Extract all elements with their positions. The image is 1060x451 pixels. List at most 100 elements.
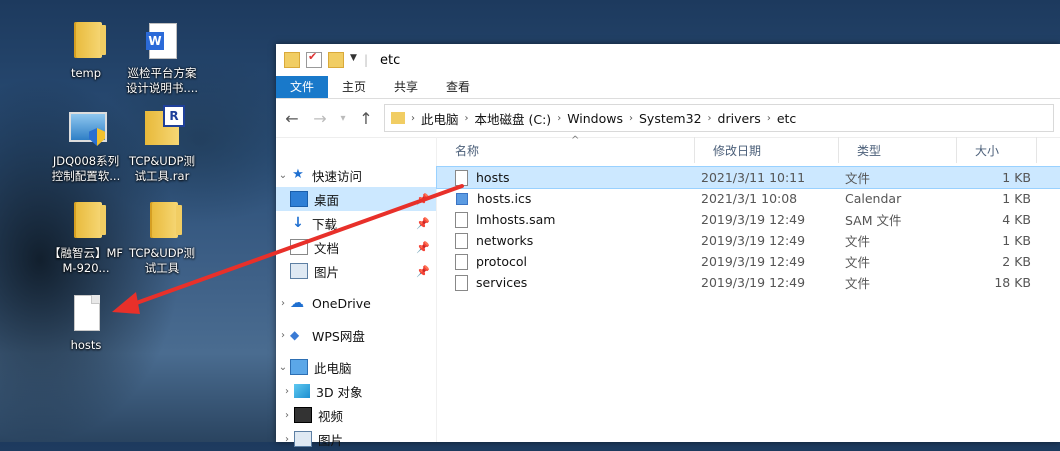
tab-file[interactable]: 文件: [276, 76, 329, 98]
chevron-right-icon[interactable]: ›: [629, 113, 633, 124]
chevron-right-icon[interactable]: ›: [708, 113, 712, 124]
chevron-down-icon[interactable]: ⌄: [276, 170, 290, 181]
pin-icon[interactable]: 📌: [416, 193, 430, 206]
desktop-icon-label: 【融智云】MFM-920...: [48, 246, 124, 275]
tab-view[interactable]: 查看: [432, 76, 484, 98]
column-header-size[interactable]: 大小: [957, 137, 1037, 163]
file-icon: [455, 274, 468, 291]
nav-documents[interactable]: 文档 📌: [276, 235, 436, 259]
desktop-icon-label: temp: [70, 66, 102, 80]
file-row-networks[interactable]: networks 2019/3/19 12:49 文件 1 KB: [437, 230, 1060, 251]
pin-icon[interactable]: 📌: [416, 265, 430, 278]
file-row-hosts-ics[interactable]: hosts.ics 2021/3/1 10:08 Calendar 1 KB: [437, 188, 1060, 209]
computer-icon: [290, 359, 308, 375]
desktop-icon-word-doc[interactable]: 巡检平台方案设计说明书....: [124, 18, 200, 96]
chevron-right-icon[interactable]: ›: [276, 330, 290, 341]
desktop-icon-tcp-folder[interactable]: TCP&UDP测试工具: [124, 198, 200, 276]
column-header-date[interactable]: 修改日期: [695, 137, 839, 163]
nav-label: OneDrive: [312, 295, 371, 311]
chevron-right-icon[interactable]: ›: [280, 386, 294, 397]
title-bar: ▼ | etc: [276, 44, 1060, 76]
nav-label: 3D 对象: [316, 384, 363, 400]
file-date: 2019/3/19 12:49: [701, 254, 806, 269]
video-icon: [294, 407, 312, 423]
desktop-icon-label: hosts: [70, 338, 102, 352]
desktop-icon-hosts[interactable]: hosts: [48, 290, 124, 353]
sort-ascending-icon: ^: [571, 135, 580, 146]
breadcrumb-etc[interactable]: etc: [777, 111, 796, 126]
nav-onedrive[interactable]: › ☁ OneDrive: [276, 291, 436, 315]
chevron-right-icon[interactable]: ›: [557, 113, 561, 124]
file-list: ^ 名称 修改日期 类型 大小 hosts 2021/3/11 10:11 文件…: [436, 135, 1060, 442]
tab-home[interactable]: 主页: [328, 76, 380, 98]
nav-quick-access[interactable]: ⌄ ★ 快速访问: [276, 163, 436, 187]
file-size: 1 KB: [1002, 233, 1031, 248]
file-name: hosts.ics: [477, 191, 532, 206]
nav-desktop[interactable]: 桌面 📌: [276, 187, 436, 211]
nav-videos[interactable]: › 视频: [276, 403, 436, 427]
desktop-icon-jdq008[interactable]: JDQ008系列控制配置软...: [48, 106, 124, 184]
breadcrumb-system32[interactable]: System32: [639, 111, 702, 126]
chevron-right-icon[interactable]: ›: [767, 113, 771, 124]
chevron-right-icon[interactable]: ›: [280, 410, 294, 421]
calendar-file-icon: [456, 192, 468, 205]
pin-icon[interactable]: 📌: [416, 217, 430, 230]
file-row-lmhosts[interactable]: lmhosts.sam 2019/3/19 12:49 SAM 文件 4 KB: [437, 209, 1060, 230]
file-icon: [455, 232, 468, 249]
file-date: 2021/3/1 10:08: [701, 191, 798, 206]
desktop-icon: [290, 191, 308, 207]
chevron-right-icon[interactable]: ›: [280, 434, 294, 445]
new-folder-icon[interactable]: [328, 52, 344, 68]
nav-this-pc[interactable]: ⌄ 此电脑: [276, 355, 436, 379]
nav-downloads[interactable]: ↓ 下载 📌: [276, 211, 436, 235]
nav-3d-objects[interactable]: › 3D 对象: [276, 379, 436, 403]
file-row-hosts[interactable]: hosts 2021/3/11 10:11 文件 1 KB: [436, 166, 1060, 189]
pin-icon[interactable]: 📌: [416, 241, 430, 254]
recent-dropdown-icon[interactable]: ▾: [338, 113, 348, 124]
chevron-right-icon[interactable]: ›: [276, 298, 290, 309]
folder-icon: [74, 202, 106, 238]
file-row-services[interactable]: services 2019/3/19 12:49 文件 18 KB: [437, 272, 1060, 293]
properties-icon[interactable]: [306, 50, 322, 68]
file-size: 1 KB: [1002, 191, 1031, 206]
nav-wps[interactable]: › ◆ WPS网盘: [276, 323, 436, 347]
file-row-protocol[interactable]: protocol 2019/3/19 12:49 文件 2 KB: [437, 251, 1060, 272]
file-type: SAM 文件: [845, 213, 902, 228]
breadcrumb-local-disk[interactable]: 本地磁盘 (C:): [475, 109, 552, 128]
star-icon: ★: [292, 167, 304, 182]
pictures-icon: [294, 431, 312, 447]
back-arrow-icon[interactable]: ←: [282, 109, 302, 128]
file-size: 1 KB: [1002, 170, 1031, 185]
breadcrumb-this-pc[interactable]: 此电脑: [421, 109, 459, 128]
nav-pictures[interactable]: 图片 📌: [276, 259, 436, 283]
chevron-down-icon[interactable]: ⌄: [276, 362, 290, 373]
folder-icon: [74, 22, 106, 58]
wps-cloud-icon: ◆: [290, 328, 300, 342]
up-arrow-icon[interactable]: ↑: [356, 109, 376, 128]
3d-objects-icon: [294, 384, 310, 398]
column-header-type[interactable]: 类型: [839, 137, 957, 163]
nav-label: 文档: [314, 240, 340, 256]
customize-dropdown-icon[interactable]: ▼: [350, 53, 358, 67]
desktop-icon-mfm920[interactable]: 【融智云】MFM-920...: [48, 198, 124, 276]
address-bar[interactable]: › 此电脑 › 本地磁盘 (C:) › Windows › System32 ›…: [384, 104, 1054, 132]
word-document-icon: [146, 23, 177, 59]
file-type: Calendar: [845, 191, 902, 206]
chevron-right-icon[interactable]: ›: [411, 113, 415, 124]
forward-arrow-icon[interactable]: →: [310, 109, 330, 128]
breadcrumb-drivers[interactable]: drivers: [718, 111, 761, 126]
config-software-icon: [69, 112, 107, 142]
nav-label: WPS网盘: [312, 328, 365, 344]
desktop-icon-tcp-rar[interactable]: TCP&UDP测试工具.rar: [124, 105, 200, 184]
download-icon: ↓: [292, 215, 304, 231]
file-explorer-window: ▼ | etc 文件 主页 共享 查看 ← → ▾ ↑ › 此电脑 › 本地磁盘…: [276, 44, 1060, 448]
file-date: 2021/3/11 10:11: [701, 170, 806, 185]
tab-share[interactable]: 共享: [380, 76, 432, 98]
nav-pc-pictures[interactable]: › 图片: [276, 427, 436, 451]
desktop-icon-temp[interactable]: temp: [48, 18, 124, 81]
column-header-name[interactable]: 名称: [437, 137, 695, 163]
chevron-right-icon[interactable]: ›: [465, 113, 469, 124]
nav-label: 视频: [318, 408, 344, 424]
file-date: 2019/3/19 12:49: [701, 212, 806, 227]
breadcrumb-windows[interactable]: Windows: [567, 111, 623, 126]
